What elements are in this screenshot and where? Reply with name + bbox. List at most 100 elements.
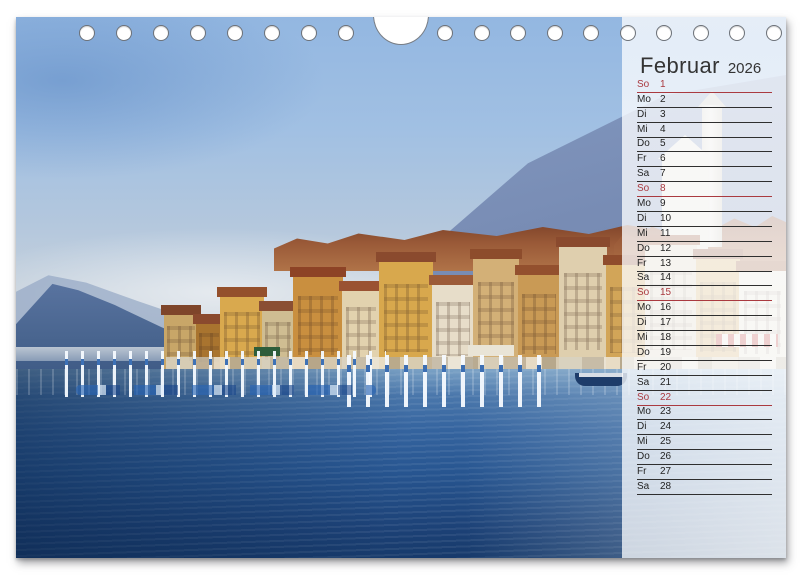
day-number: 20 [660, 362, 671, 373]
binding-hole [227, 25, 243, 41]
day-number: 14 [660, 272, 671, 283]
binding-hole [190, 25, 206, 41]
day-number: 27 [660, 466, 671, 477]
calendar-day-row: Sa14 [637, 272, 772, 287]
weekday-label: Di [637, 109, 660, 120]
weekday-label: Mi [637, 228, 660, 239]
weekday-label: Mi [637, 332, 660, 343]
day-number: 1 [660, 79, 666, 90]
day-number: 5 [660, 138, 666, 149]
binding-hole [264, 25, 280, 41]
weekday-label: Fr [637, 153, 660, 164]
binding-hole [656, 25, 672, 41]
weekday-label: Mo [637, 406, 660, 417]
day-number: 26 [660, 451, 671, 462]
house-roof [556, 237, 610, 247]
calendar-day-row: Mi4 [637, 123, 772, 138]
house-roof [429, 275, 477, 285]
calendar-day-row: Di3 [637, 108, 772, 123]
binding-hole [153, 25, 169, 41]
day-number: 17 [660, 317, 671, 328]
calendar-day-row: Mi18 [637, 331, 772, 346]
house-shape [559, 245, 607, 370]
house-roof [515, 265, 563, 275]
calendar-day-row: So15 [637, 286, 772, 301]
day-number: 13 [660, 258, 671, 269]
house-roof [339, 281, 383, 291]
house-roof [376, 252, 436, 262]
weekday-label: Mo [637, 94, 660, 105]
binding-hole [766, 25, 782, 41]
calendar-day-row: Di24 [637, 420, 772, 435]
weekday-label: Fr [637, 466, 660, 477]
day-number: 11 [660, 228, 670, 239]
weekday-label: Di [637, 213, 660, 224]
day-number: 3 [660, 109, 666, 120]
weekday-label: Mi [637, 436, 660, 447]
calendar-day-row: Di10 [637, 212, 772, 227]
house-windows [564, 273, 602, 351]
calendar-day-row: Sa21 [637, 376, 772, 391]
house-roof [259, 301, 297, 311]
weekday-label: So [637, 183, 660, 194]
day-number: 9 [660, 198, 666, 209]
calendar-day-row: Mo2 [637, 93, 772, 108]
day-number: 4 [660, 124, 666, 135]
calendar-day-row: Fr6 [637, 152, 772, 167]
day-number: 28 [660, 481, 671, 492]
day-number: 19 [660, 347, 671, 358]
weekday-label: Fr [637, 258, 660, 269]
binding-hole [437, 25, 453, 41]
day-number: 25 [660, 436, 671, 447]
calendar-day-row: Do26 [637, 450, 772, 465]
day-number: 23 [660, 406, 671, 417]
calendar-day-row: Sa28 [637, 480, 772, 495]
weekday-label: Do [637, 138, 660, 149]
binding-hole [729, 25, 745, 41]
calendar-day-row: Do5 [637, 138, 772, 153]
calendar-mockup: Februar 2026 So1Mo2Di3Mi4Do5Fr6Sa7So8Mo9… [0, 0, 800, 577]
calendar-day-row: Mo9 [637, 197, 772, 212]
calendar-day-row: Mo23 [637, 406, 772, 421]
binding-hole [547, 25, 563, 41]
weekday-label: Do [637, 243, 660, 254]
weekday-label: Fr [637, 362, 660, 373]
calendar-day-row: Do12 [637, 242, 772, 257]
weekday-label: So [637, 287, 660, 298]
house-windows [346, 307, 376, 357]
house-windows [522, 294, 556, 354]
mooring-poles-band [336, 365, 556, 372]
binding-hole [338, 25, 354, 41]
weekday-label: Di [637, 317, 660, 328]
weekday-label: Sa [637, 481, 660, 492]
mooring-poles-front [336, 355, 556, 407]
calendar-page: Februar 2026 So1Mo2Di3Mi4Do5Fr6Sa7So8Mo9… [16, 17, 786, 558]
weekday-label: Sa [637, 377, 660, 388]
binding-hole [620, 25, 636, 41]
binding-hole [510, 25, 526, 41]
day-number: 16 [660, 302, 671, 313]
calendar-day-row: Do19 [637, 346, 772, 361]
house-shape [379, 260, 433, 370]
binding-hole [79, 25, 95, 41]
calendar-day-row: Di17 [637, 316, 772, 331]
weekday-label: Do [637, 347, 660, 358]
house-roof [290, 267, 346, 277]
floating-docks [76, 385, 376, 395]
day-number: 22 [660, 392, 671, 403]
boat [575, 373, 627, 386]
calendar-day-row: So8 [637, 182, 772, 197]
boat-deck [579, 373, 623, 377]
weekday-label: Do [637, 451, 660, 462]
binding-hole [693, 25, 709, 41]
binding-hole [116, 25, 132, 41]
day-number: 24 [660, 421, 671, 432]
day-number: 7 [660, 168, 666, 179]
weekday-label: Mo [637, 198, 660, 209]
house-windows [298, 296, 338, 355]
binding-hole [301, 25, 317, 41]
weekday-label: Sa [637, 168, 660, 179]
house-windows [478, 282, 515, 352]
house-roof [470, 249, 522, 259]
day-number: 18 [660, 332, 671, 343]
